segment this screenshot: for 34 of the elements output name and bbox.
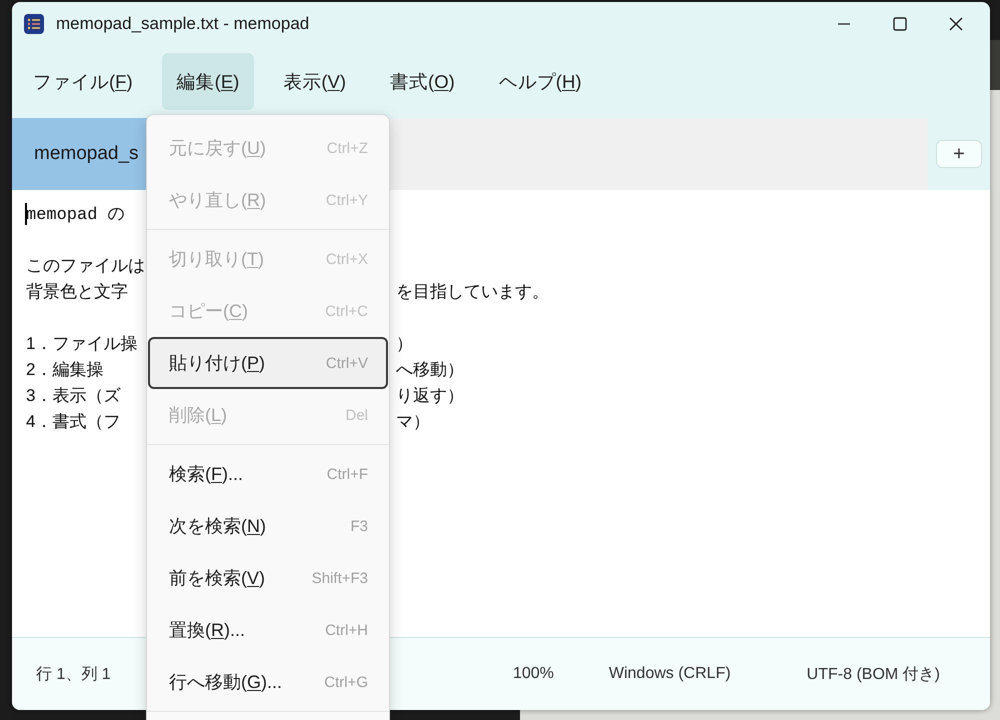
minimize-icon <box>836 23 852 25</box>
window-title: memopad_sample.txt - memopad <box>56 14 310 34</box>
menu-item[interactable]: ファイル(F) <box>18 52 148 110</box>
text-line: 背景色と文字 <box>26 280 129 302</box>
cursor-position: 行 1、列 1 <box>36 666 111 682</box>
menu-option[interactable]: 検索(F)... Ctrl+F <box>148 448 388 500</box>
menu-option[interactable]: 貼り付け(P) Ctrl+V <box>148 337 388 389</box>
new-tab-button[interactable]: + <box>936 140 982 168</box>
line-ending: Windows (CRLF) <box>608 665 731 683</box>
text-line: memopad の <box>26 204 126 224</box>
zoom-level: 100% <box>512 665 554 683</box>
menu-item[interactable]: 書式(O) <box>375 52 470 110</box>
text-line: 4．書式（フ <box>26 410 122 432</box>
text-line: 2．編集操 <box>26 358 104 380</box>
text-line: へ移動） <box>396 358 464 380</box>
list-icon <box>24 14 44 34</box>
maximize-icon <box>892 16 908 32</box>
text-line: り返す） <box>396 384 464 406</box>
text-line: 1．ファイル操 <box>26 332 138 354</box>
menu-option[interactable]: 行へ移動(G)... Ctrl+G <box>148 656 388 708</box>
menu-option[interactable]: 前を検索(V) Shift+F3 <box>148 552 388 604</box>
text-line: ） <box>396 332 413 354</box>
text-line: を目指しています。 <box>396 280 549 302</box>
text-line: このファイルは <box>26 254 146 276</box>
menu-item[interactable]: 表示(V) <box>268 52 362 110</box>
encoding: UTF-8 (BOM 付き) <box>806 664 940 684</box>
text-cursor <box>25 203 27 225</box>
background-window-bar <box>990 40 1000 90</box>
menu-item[interactable]: ヘルプ(H) <box>484 52 596 110</box>
menu-item[interactable]: 編集(E) <box>162 52 254 110</box>
text-line: マ） <box>396 410 430 432</box>
menu-option[interactable]: 次を検索(N) F3 <box>148 500 388 552</box>
close-icon <box>948 16 964 32</box>
text-line: 3．表示（ズ <box>26 384 122 406</box>
